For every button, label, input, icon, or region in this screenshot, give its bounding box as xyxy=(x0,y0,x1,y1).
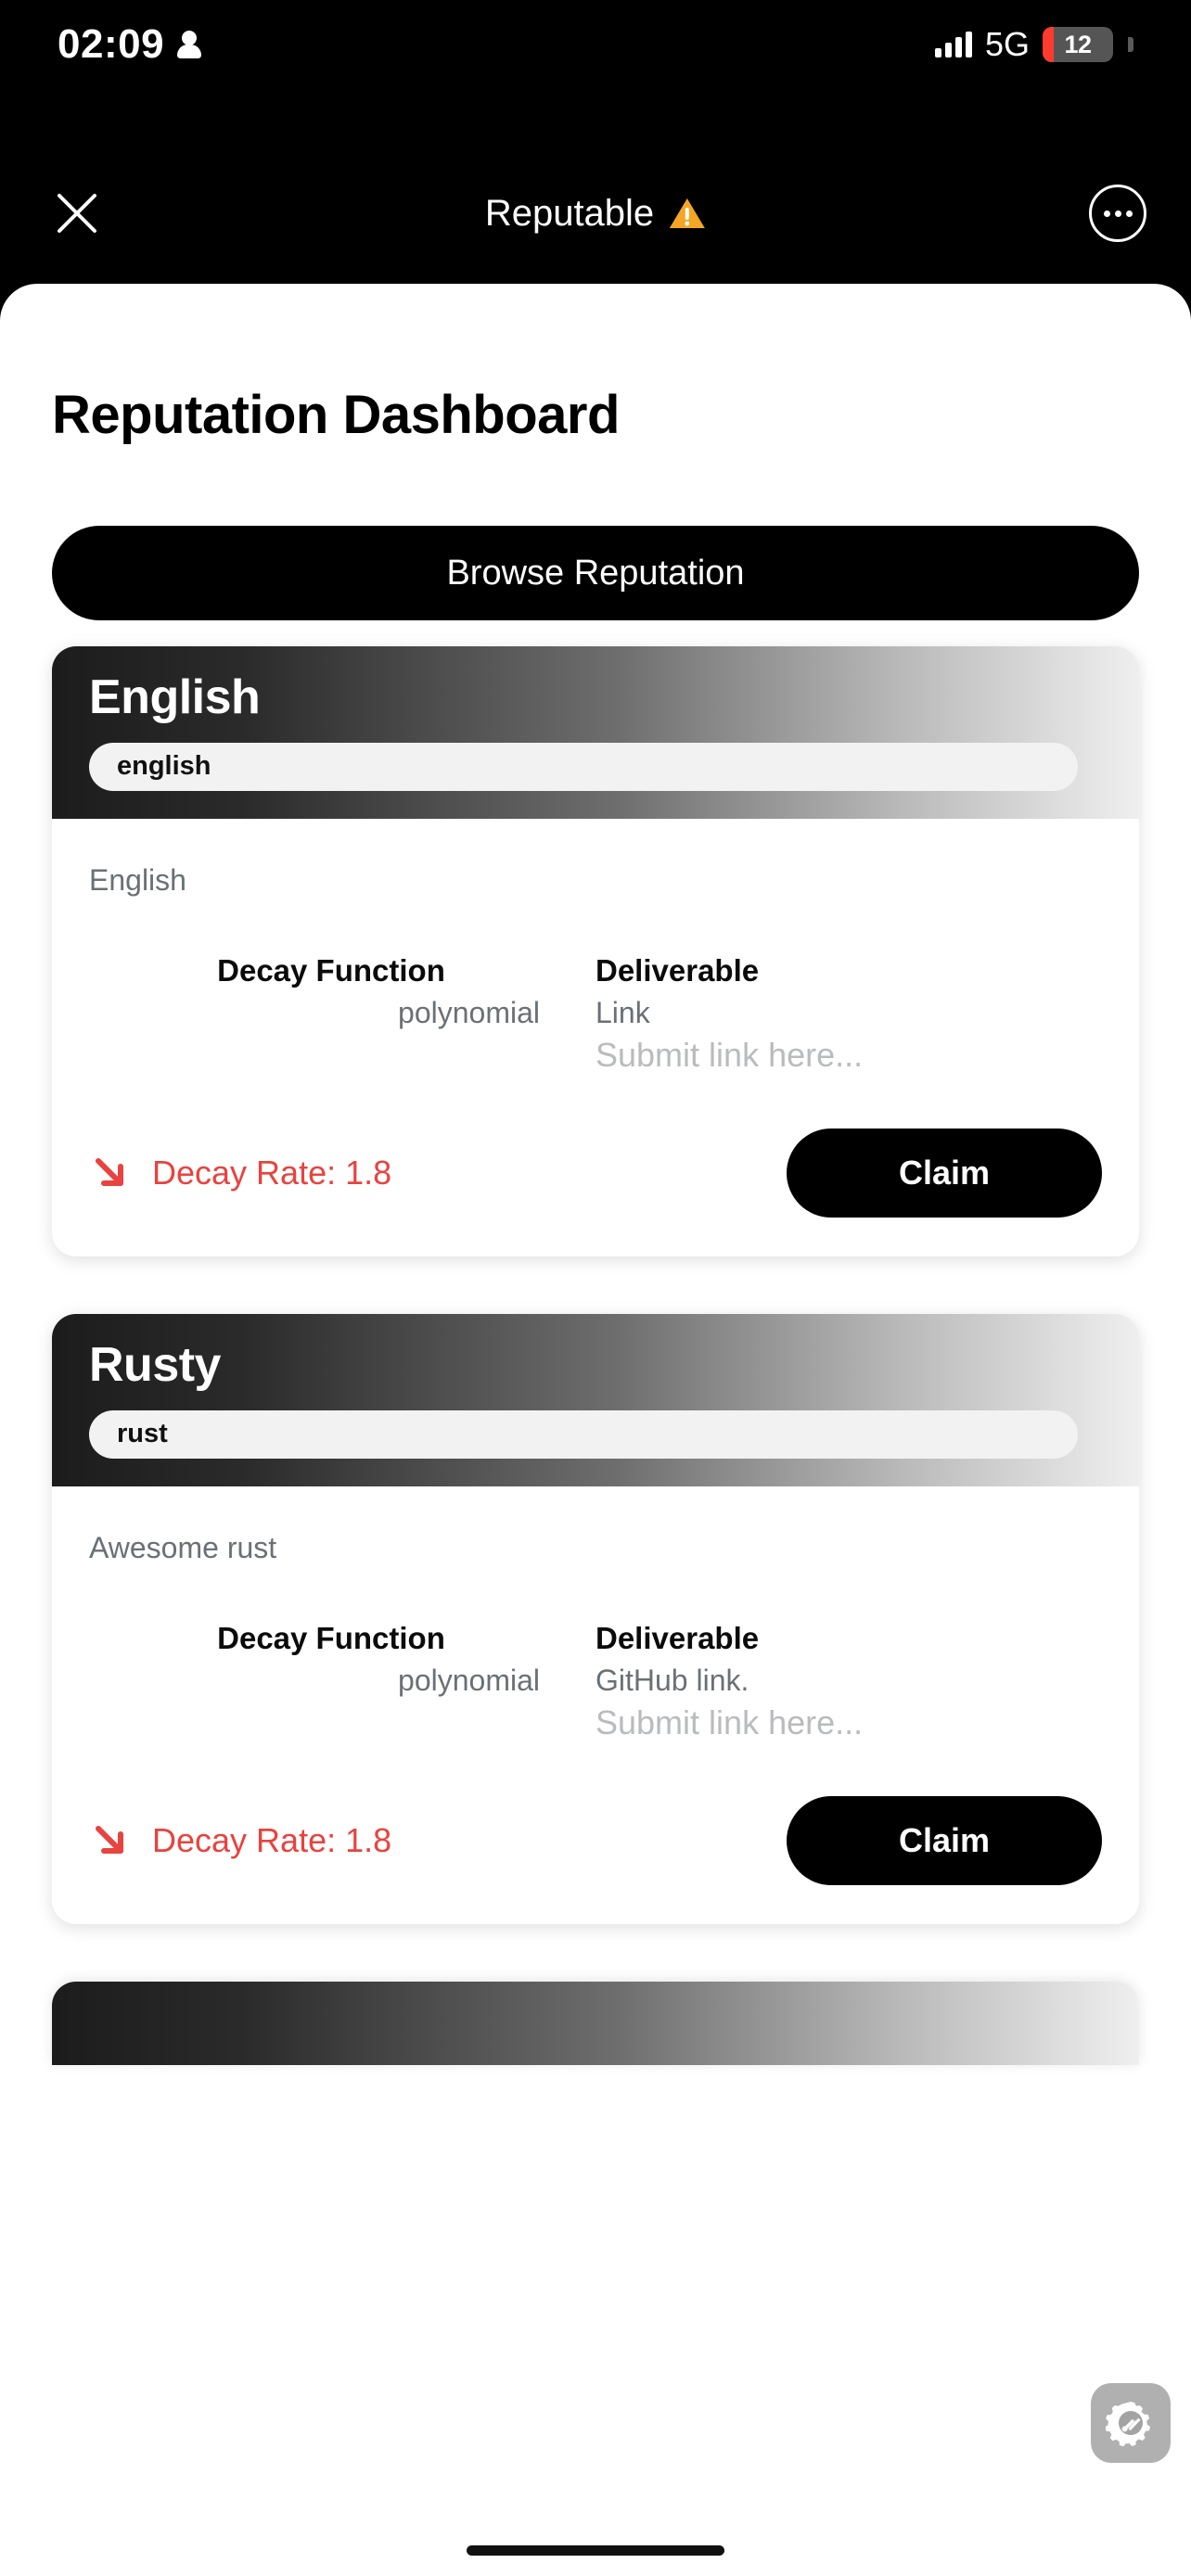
decay-function-label: Decay Function xyxy=(217,1621,445,1655)
deliverable-label: Deliverable xyxy=(596,953,760,988)
nav-bar: Reputable xyxy=(0,163,1191,263)
decay-rate-label: Decay Rate: 1.8 xyxy=(152,1154,392,1192)
status-bar-left: 02:09 xyxy=(58,21,202,68)
battery-indicator: 12 xyxy=(1043,27,1113,62)
decay-function-label: Decay Function xyxy=(217,953,445,988)
decay-rate-group: Decay Rate: 1.8 xyxy=(89,1152,391,1194)
status-bar-right: 5G 12 xyxy=(934,25,1133,64)
battery-level-label: 12 xyxy=(1064,30,1092,58)
card-detail-grid: Decay Function polynomial Deliverable Li… xyxy=(89,953,1102,1075)
reputation-card-partial[interactable] xyxy=(52,1982,1139,2065)
card-footer: Decay Rate: 1.8 Claim xyxy=(89,1129,1102,1218)
card-header: Rusty rust xyxy=(52,1314,1139,1486)
deliverable-label: Deliverable xyxy=(596,1621,760,1655)
home-indicator xyxy=(467,2545,724,2556)
deliverable-link-input[interactable]: Submit link here... xyxy=(596,1036,1102,1075)
card-tag-pill: english xyxy=(89,742,1078,791)
decay-function-value: polynomial xyxy=(398,1664,540,1697)
phone-screen: 02:09 5G 12 Reputable Reputation Dashboa… xyxy=(0,0,1191,2576)
status-bar-clock: 02:09 xyxy=(58,21,165,67)
page-title: Reputation Dashboard xyxy=(52,385,620,445)
decay-rate-group: Decay Rate: 1.8 xyxy=(89,1819,391,1862)
decay-function-block: Decay Function polynomial xyxy=(89,953,596,1075)
card-body: Awesome rust Decay Function polynomial D… xyxy=(52,1486,1139,1924)
settings-gear-tools-icon[interactable] xyxy=(1091,2383,1171,2463)
battery-cap-icon xyxy=(1128,37,1133,52)
signal-bars-icon xyxy=(934,32,972,57)
card-header: English english xyxy=(52,646,1139,819)
decay-rate-label: Decay Rate: 1.8 xyxy=(152,1821,392,1859)
deliverable-value: Link xyxy=(596,996,650,1029)
card-body: English Decay Function polynomial Delive… xyxy=(52,819,1139,1256)
person-icon xyxy=(177,31,202,58)
deliverable-block: Deliverable GitHub link. Submit link her… xyxy=(596,1621,1102,1742)
card-detail-grid: Decay Function polynomial Deliverable Gi… xyxy=(89,1621,1102,1742)
arrow-down-right-icon xyxy=(96,1826,123,1854)
card-footer: Decay Rate: 1.8 Claim xyxy=(89,1796,1102,1885)
content-sheet: Reputation Dashboard Browse Reputation E… xyxy=(0,284,1191,2576)
claim-button[interactable]: Claim xyxy=(787,1129,1102,1218)
browse-reputation-button[interactable]: Browse Reputation xyxy=(52,526,1139,620)
status-bar: 02:09 5G 12 xyxy=(0,0,1191,89)
nav-title-group: Reputable xyxy=(485,193,706,235)
card-tag-pill: rust xyxy=(89,1409,1078,1459)
card-description: English xyxy=(89,863,186,897)
deliverable-block: Deliverable Link Submit link here... xyxy=(596,953,1102,1075)
card-title: English xyxy=(89,670,261,724)
deliverable-value: GitHub link. xyxy=(596,1664,749,1697)
decay-function-block: Decay Function polynomial xyxy=(89,1621,596,1742)
arrow-down-right-icon xyxy=(96,1158,123,1186)
network-type-label: 5G xyxy=(984,25,1030,63)
reputation-card[interactable]: English english English Decay Function p… xyxy=(52,646,1139,1256)
deliverable-link-input[interactable]: Submit link here... xyxy=(596,1703,1102,1742)
close-icon[interactable] xyxy=(45,181,109,246)
claim-button[interactable]: Claim xyxy=(787,1796,1102,1885)
reputation-card-list: English english English Decay Function p… xyxy=(0,646,1191,2065)
warning-triangle-icon xyxy=(670,198,706,228)
reputation-card[interactable]: Rusty rust Awesome rust Decay Function p… xyxy=(52,1314,1139,1924)
card-description: Awesome rust xyxy=(89,1531,277,1564)
nav-title: Reputable xyxy=(484,192,655,234)
more-options-icon[interactable] xyxy=(1089,185,1146,242)
decay-function-value: polynomial xyxy=(398,996,540,1029)
card-title: Rusty xyxy=(89,1338,221,1392)
